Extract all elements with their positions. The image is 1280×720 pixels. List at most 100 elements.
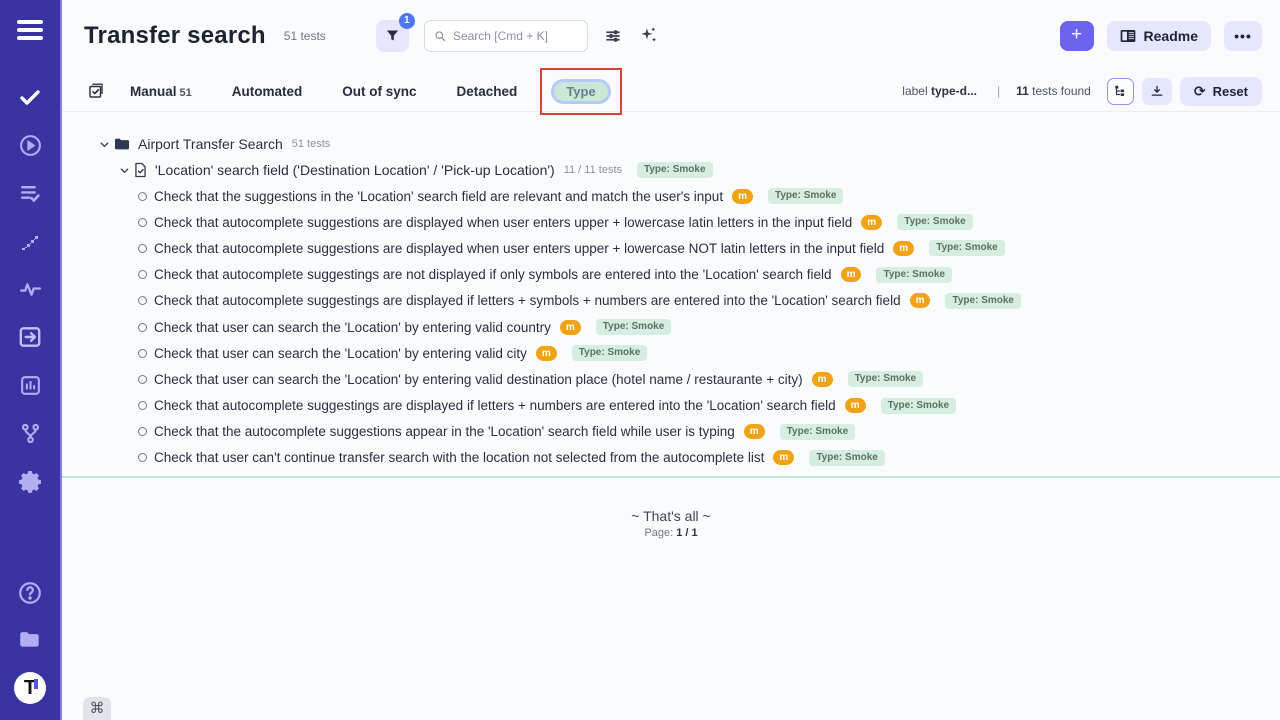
readme-button[interactable]: Readme [1107,21,1211,51]
active-filter-value: type-d... [931,84,977,98]
topbar-actions: + Readme ••• [1060,21,1262,51]
test-status-circle-icon [138,427,147,436]
search-input[interactable] [453,29,578,43]
test-title[interactable]: Check that autocomplete suggestings are … [154,267,832,282]
test-row[interactable]: Check that user can't continue transfer … [62,445,1280,471]
steps-stairs-icon[interactable] [17,228,43,254]
projects-folder-icon[interactable] [17,626,43,652]
priority-badge: m [560,320,581,335]
download-icon [1150,84,1164,98]
test-title[interactable]: Check that autocomplete suggestions are … [154,215,852,230]
tab-detached[interactable]: Detached [457,84,518,99]
tests-found-count: 11 [1016,84,1029,98]
test-row[interactable]: Check that autocomplete suggestions are … [62,235,1280,261]
reset-button[interactable]: ⟳ Reset [1180,77,1262,106]
test-title[interactable]: Check that autocomplete suggestings are … [154,293,901,308]
ai-sparkles-icon[interactable] [638,25,660,47]
add-button[interactable]: + [1060,21,1094,51]
test-row[interactable]: Check that autocomplete suggestings are … [62,288,1280,314]
priority-badge: m [841,267,862,282]
tab-manual[interactable]: Manual51 [130,84,192,99]
test-tree-content: Airport Transfer Search 51 tests 'Locati… [62,112,1280,720]
command-icon: ⌘ [90,699,105,717]
tree-view-toggle-button[interactable] [1107,78,1134,105]
test-title[interactable]: Check that autocomplete suggestions are … [154,241,884,256]
test-title[interactable]: Check that user can search the 'Location… [154,346,527,361]
more-options-button[interactable]: ••• [1224,21,1262,51]
priority-badge: m [861,215,882,230]
test-row[interactable]: Check that the suggestions in the 'Locat… [62,183,1280,209]
tests-check-icon[interactable] [17,84,43,110]
hamburger-menu-icon[interactable] [17,16,43,44]
tab-automated[interactable]: Automated [232,84,303,99]
app-logo[interactable]: T [14,672,46,704]
logo-accent [34,679,38,689]
folder-row[interactable]: Airport Transfer Search 51 tests [62,131,1280,157]
filter-button[interactable]: 1 [376,20,409,52]
tabbar: Manual51 Automated Out of sync Detached … [62,71,1280,112]
branch-icon[interactable] [17,420,43,446]
test-row[interactable]: Check that autocomplete suggestings are … [62,393,1280,419]
settings-gear-icon[interactable] [17,468,43,494]
chevron-down-icon[interactable] [98,138,110,150]
filter-settings-sliders-icon[interactable] [602,25,624,47]
type-badge: Type: Smoke [876,267,952,283]
test-list: Check that the suggestions in the 'Locat… [62,183,1280,471]
test-status-circle-icon [138,323,147,332]
test-status-circle-icon [138,296,147,305]
priority-badge: m [812,372,833,387]
help-icon[interactable] [17,580,43,606]
sidebar-nav [17,84,43,494]
separator: | [997,84,1000,98]
test-title[interactable]: Check that the suggestions in the 'Locat… [154,189,723,204]
activity-pulse-icon[interactable] [17,276,43,302]
test-title[interactable]: Check that autocomplete suggestings are … [154,398,836,413]
page-title: Transfer search [84,22,266,50]
test-row[interactable]: Check that the autocomplete suggestions … [62,419,1280,445]
main-area: Transfer search 51 tests 1 + Readme [62,0,1280,720]
suite-document-icon [134,162,147,178]
priority-badge: m [893,241,914,256]
suite-row[interactable]: 'Location' search field ('Destination Lo… [62,157,1280,183]
download-button[interactable] [1142,78,1172,105]
tab-out-of-sync[interactable]: Out of sync [342,84,416,99]
command-shortcut-button[interactable]: ⌘ [83,697,111,720]
active-filter-label: label type-d... [902,84,977,98]
folder-name[interactable]: Airport Transfer Search [138,136,283,152]
test-title[interactable]: Check that user can search the 'Location… [154,372,803,387]
bulk-select-icon[interactable] [86,81,106,101]
type-badge: Type: Smoke [897,214,973,230]
type-filter-pill[interactable]: Type [551,79,610,104]
tree-view-icon [1113,84,1127,98]
import-icon[interactable] [17,324,43,350]
reset-refresh-icon: ⟳ [1194,83,1206,100]
suite-name[interactable]: 'Location' search field ('Destination Lo… [155,162,555,178]
suite-type-badge: Type: Smoke [637,162,713,178]
search-icon [434,29,446,43]
priority-badge: m [732,189,753,204]
test-row[interactable]: Check that user can search the 'Location… [62,314,1280,340]
run-play-circle-icon[interactable] [17,132,43,158]
chevron-down-icon[interactable] [118,164,130,176]
test-row[interactable]: Check that autocomplete suggestions are … [62,209,1280,235]
test-title[interactable]: Check that user can't continue transfer … [154,450,764,465]
type-badge: Type: Smoke [596,319,672,335]
test-row[interactable]: Check that autocomplete suggestings are … [62,262,1280,288]
type-badge: Type: Smoke [848,371,924,387]
analytics-chart-icon[interactable] [17,372,43,398]
priority-badge: m [536,346,557,361]
type-badge: Type: Smoke [809,450,885,466]
tabs: Manual51 Automated Out of sync Detached [130,84,517,99]
list-end-divider [62,476,1280,478]
priority-badge: m [744,424,765,439]
test-title[interactable]: Check that the autocomplete suggestions … [154,424,735,439]
test-status-circle-icon [138,244,147,253]
thats-all-text: ~ That's all ~ [62,508,1280,524]
search-box[interactable] [424,20,588,52]
test-status-circle-icon [138,375,147,384]
test-row[interactable]: Check that user can search the 'Location… [62,340,1280,366]
type-badge: Type: Smoke [929,240,1005,256]
test-title[interactable]: Check that user can search the 'Location… [154,320,551,335]
test-row[interactable]: Check that user can search the 'Location… [62,366,1280,392]
test-runs-list-icon[interactable] [17,180,43,206]
